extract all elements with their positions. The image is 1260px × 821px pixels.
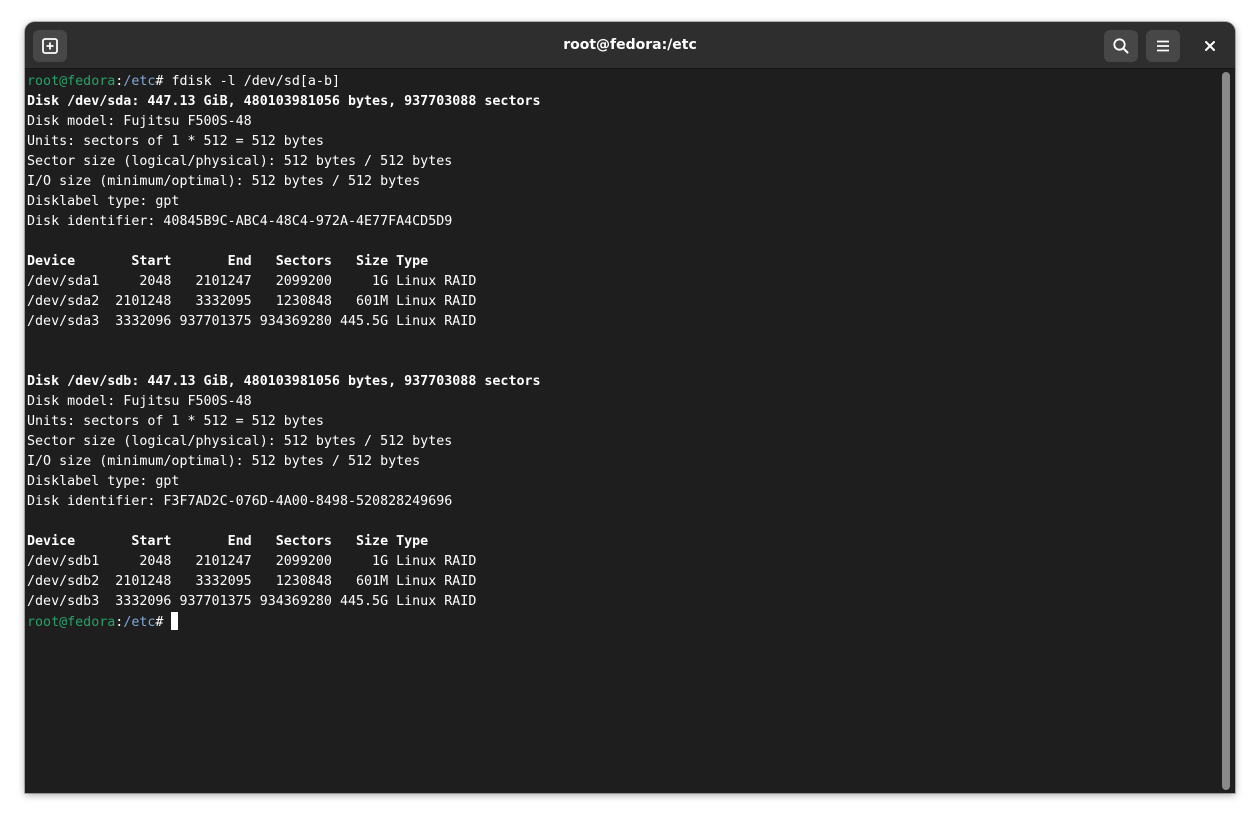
output-line: /dev/sdb1 2048 2101247 2099200 1G Linux … (27, 554, 477, 569)
window-title: root@fedora:/etc (563, 37, 697, 53)
close-icon (1205, 41, 1215, 51)
prompt-char: # (155, 74, 172, 89)
terminal-window: root@fedora:/etc root@fedora:/etc# fdisk… (25, 22, 1235, 793)
output-line: Disk /dev/sda: 447.13 GiB, 480103981056 … (27, 94, 541, 109)
search-icon (1113, 38, 1129, 54)
active-prompt-line[interactable]: root@fedora:/etc# (27, 612, 1217, 632)
output-line: /dev/sda1 2048 2101247 2099200 1G Linux … (27, 274, 477, 289)
output-line: Disk identifier: F3F7AD2C-076D-4A00-8498… (27, 494, 453, 509)
output-line: Device Start End Sectors Size Type (27, 534, 429, 549)
output-line: Disk /dev/sdb: 447.13 GiB, 480103981056 … (27, 374, 541, 389)
text-cursor (171, 612, 179, 630)
output-line: I/O size (minimum/optimal): 512 bytes / … (27, 174, 421, 189)
output-line: Disklabel type: gpt (27, 474, 180, 489)
output-line: I/O size (minimum/optimal): 512 bytes / … (27, 454, 421, 469)
prompt-user: root@fedora (27, 615, 116, 630)
output-line: /dev/sda2 2101248 3332095 1230848 601M L… (27, 294, 477, 309)
vertical-scrollbar[interactable] (1222, 72, 1230, 790)
output-line: Disklabel type: gpt (27, 194, 180, 209)
output-line: /dev/sdb3 3332096 937701375 934369280 44… (27, 594, 477, 609)
main-menu-button[interactable] (1146, 30, 1180, 62)
prompt-char: # (155, 615, 172, 630)
header-bar: root@fedora:/etc (25, 22, 1235, 69)
output-line: /dev/sdb2 2101248 3332095 1230848 601M L… (27, 574, 477, 589)
command-text: fdisk -l /dev/sd[a-b] (171, 74, 340, 89)
terminal-output[interactable]: root@fedora:/etc# fdisk -l /dev/sd[a-b] … (27, 72, 1217, 787)
output-line: Sector size (logical/physical): 512 byte… (27, 154, 453, 169)
output-line: Units: sectors of 1 * 512 = 512 bytes (27, 134, 324, 149)
command-line: root@fedora:/etc# fdisk -l /dev/sd[a-b] (27, 72, 1217, 92)
output-line: Disk model: Fujitsu F500S-48 (27, 114, 252, 129)
output-line: Units: sectors of 1 * 512 = 512 bytes (27, 414, 324, 429)
prompt-user: root@fedora (27, 74, 116, 89)
command-output: Disk /dev/sda: 447.13 GiB, 480103981056 … (27, 92, 1217, 612)
output-line: /dev/sda3 3332096 937701375 934369280 44… (27, 314, 477, 329)
prompt-path: /etc (123, 615, 156, 630)
output-line: Disk identifier: 40845B9C-ABC4-48C4-972A… (27, 214, 453, 229)
output-line: Disk model: Fujitsu F500S-48 (27, 394, 252, 409)
output-line: Device Start End Sectors Size Type (27, 254, 429, 269)
scrollbar-thumb[interactable] (1222, 72, 1230, 790)
search-button[interactable] (1104, 30, 1138, 62)
output-line: Sector size (logical/physical): 512 byte… (27, 434, 453, 449)
prompt-path: /etc (123, 74, 156, 89)
hamburger-menu-icon (1157, 40, 1169, 52)
close-button[interactable] (1197, 33, 1223, 59)
